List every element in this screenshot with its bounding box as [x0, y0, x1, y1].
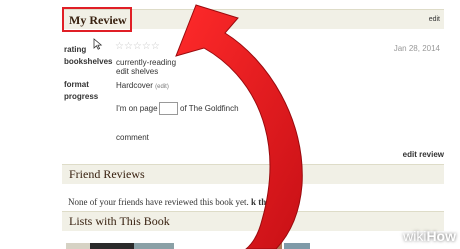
wikihow-wiki-text: wiki: [403, 228, 427, 244]
wikihow-how-text: How: [426, 228, 456, 244]
red-arrow-annotation: [175, 4, 303, 249]
wikihow-watermark: wikiHow: [403, 228, 456, 244]
